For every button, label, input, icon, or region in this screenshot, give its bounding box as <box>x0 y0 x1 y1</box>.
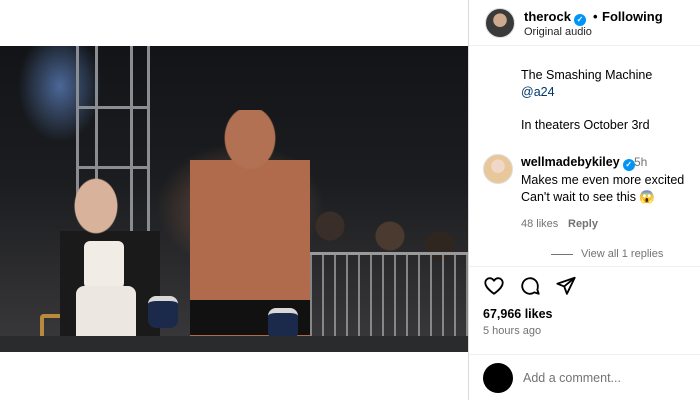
video-truss-bar <box>76 106 150 109</box>
post-video[interactable] <box>0 46 468 352</box>
commenter-username-text[interactable]: wellmadebykiley <box>521 155 620 169</box>
heart-icon[interactable] <box>483 275 505 297</box>
author-username-text[interactable]: therock <box>524 9 571 24</box>
video-floor <box>0 336 468 352</box>
audio-label[interactable]: Original audio <box>524 26 592 38</box>
comment-text-line: Makes me even more excited <box>521 173 685 187</box>
media-column <box>0 0 468 400</box>
post-actions: 67,966 likes 5 hours ago <box>469 266 700 356</box>
video-truss-bar <box>76 166 150 169</box>
comment-timestamp: 5h <box>634 155 648 169</box>
following-button[interactable]: Following <box>602 9 663 24</box>
instagram-post-view: therock ✓ • Following Original audio The … <box>0 0 700 400</box>
view-replies-button[interactable]: View all 1 replies <box>551 248 663 260</box>
comment-text-line: Can't wait to see this 😱 <box>521 190 655 204</box>
comment-icon[interactable] <box>519 275 541 297</box>
verified-badge-icon: ✓ <box>573 14 586 26</box>
video-woman-top <box>84 241 124 289</box>
author-username[interactable]: therock ✓ <box>524 9 586 26</box>
comment-likes[interactable]: 48 likes <box>521 218 558 230</box>
reply-button[interactable]: Reply <box>568 218 598 230</box>
caption-title: The Smashing Machine <box>521 68 653 82</box>
post-timestamp: 5 hours ago <box>483 325 542 337</box>
comment-text: Makes me even more excited Can't wait to… <box>521 172 684 206</box>
add-comment-bar <box>469 354 700 400</box>
author-avatar[interactable] <box>485 8 515 38</box>
post-details-panel: therock ✓ • Following Original audio The … <box>468 0 700 400</box>
post-likes-count[interactable]: 67,966 likes <box>483 307 553 321</box>
post-header: therock ✓ • Following Original audio <box>469 0 700 46</box>
caption-mention-link[interactable]: @a24 <box>521 85 555 99</box>
commenter-username[interactable]: wellmadebykiley ✓ <box>521 155 635 171</box>
video-glove <box>148 296 178 328</box>
share-icon[interactable] <box>555 275 577 297</box>
comment-item: wellmadebykiley ✓ 5h Makes me even more e… <box>483 154 700 234</box>
current-user-avatar <box>483 363 513 393</box>
caption-release-date: In theaters October 3rd <box>521 118 650 132</box>
separator-dot: • <box>593 9 598 24</box>
verified-badge-icon: ✓ <box>622 159 635 171</box>
replies-dash <box>551 253 573 255</box>
commenter-avatar[interactable] <box>483 154 513 184</box>
add-comment-input[interactable] <box>523 368 693 388</box>
view-replies-label[interactable]: View all 1 replies <box>581 248 663 260</box>
